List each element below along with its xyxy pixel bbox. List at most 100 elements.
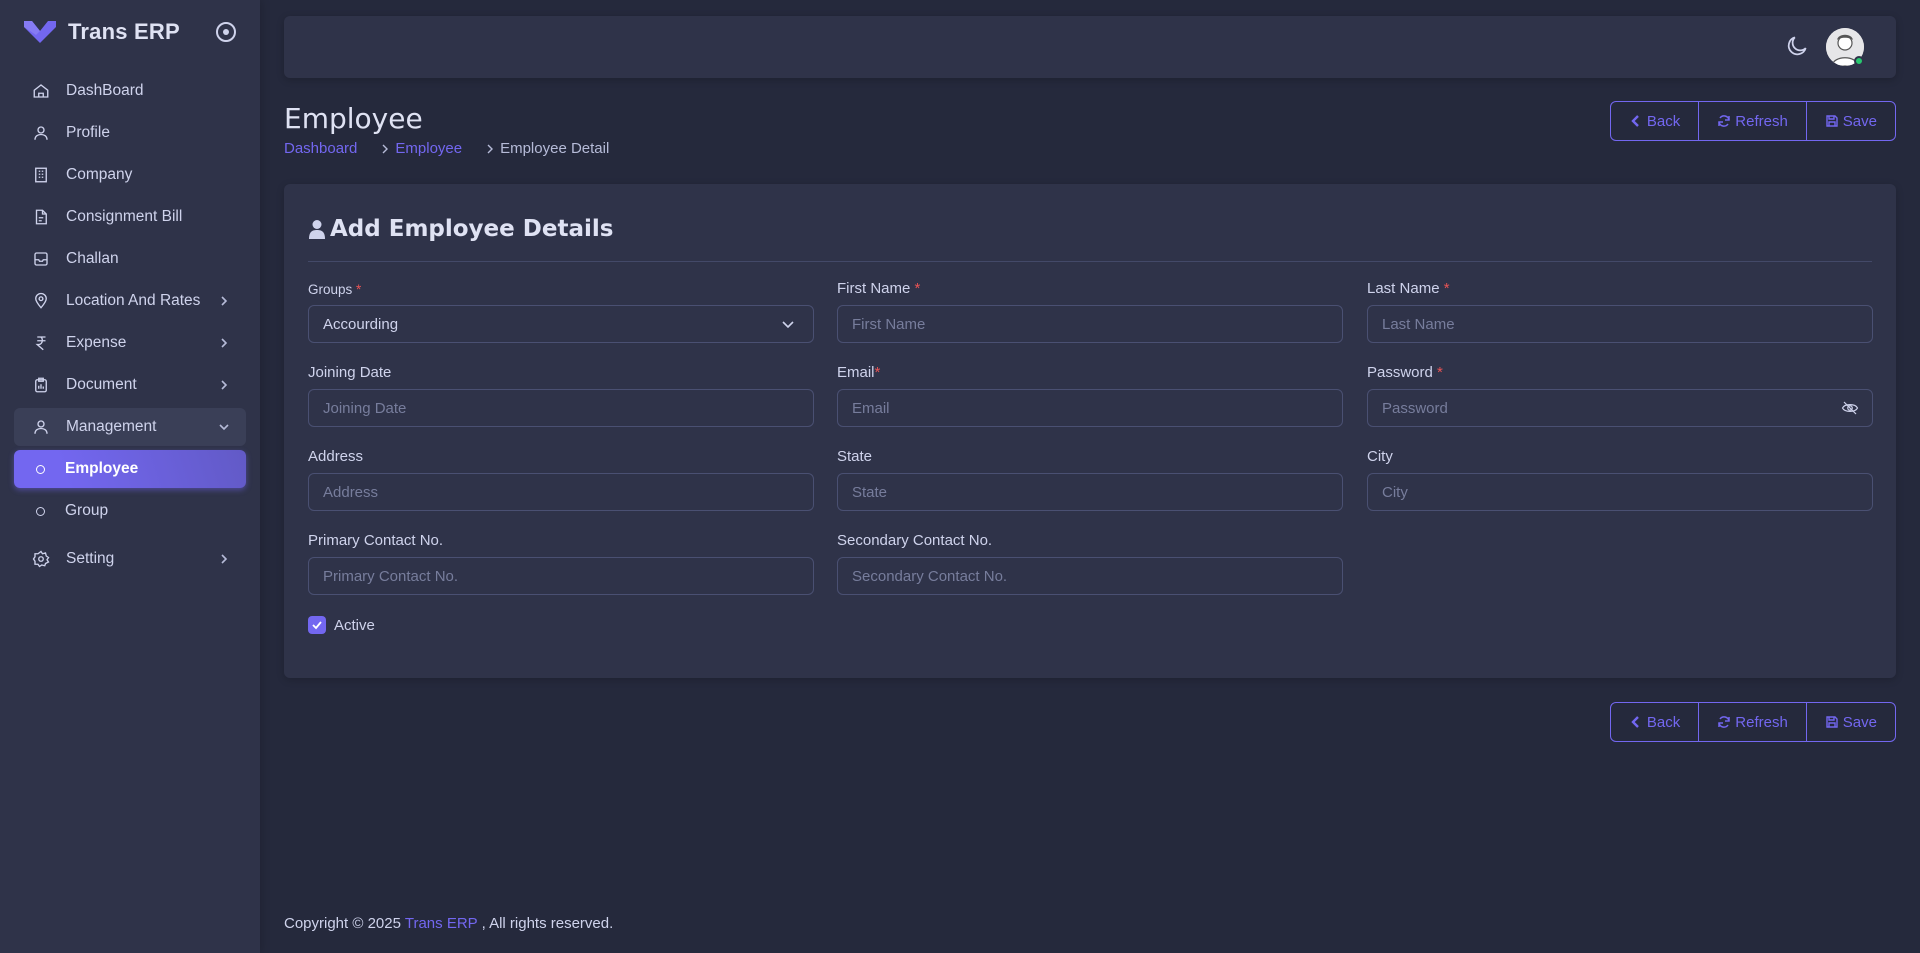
- online-status-badge: [1854, 56, 1864, 66]
- breadcrumb-employee[interactable]: Employee: [395, 140, 462, 157]
- chevron-down-icon: [219, 424, 229, 431]
- sidebar-item-dashboard[interactable]: DashBoard: [14, 72, 246, 110]
- top-action-buttons: Back Refresh Save: [1609, 101, 1896, 141]
- home-icon: [30, 80, 52, 102]
- sidebar-item-consignment-bill[interactable]: Consignment Bill: [14, 198, 246, 236]
- groups-label: Groups *: [308, 282, 362, 297]
- chevron-right-icon: [382, 144, 389, 153]
- sidebar-item-profile[interactable]: Profile: [14, 114, 246, 152]
- sidebar-item-label: Document: [66, 376, 137, 393]
- first-name-label: First Name *: [837, 280, 921, 297]
- inbox-icon: [30, 248, 52, 270]
- sidebar-item-company[interactable]: Company: [14, 156, 246, 194]
- top-navbar: [284, 16, 1896, 78]
- sidebar-item-label: DashBoard: [66, 82, 144, 99]
- moon-icon[interactable]: [1784, 33, 1810, 59]
- email-label: Email*: [837, 364, 881, 381]
- first-name-field: First Name *: [837, 280, 1343, 343]
- sidebar-item-management[interactable]: Management: [14, 408, 246, 446]
- refresh-button[interactable]: Refresh: [1698, 703, 1806, 741]
- active-label: Active: [334, 616, 375, 634]
- card-header: Add Employee Details: [308, 216, 613, 242]
- chevron-right-icon: [221, 380, 228, 390]
- first-name-input[interactable]: [837, 305, 1343, 343]
- footer-brand-link[interactable]: Trans ERP: [405, 915, 478, 932]
- copyright-text: Copyright © 2025: [284, 915, 401, 932]
- save-label: Save: [1842, 112, 1877, 130]
- eye-off-icon[interactable]: [1841, 399, 1859, 417]
- map-pin-icon: [30, 290, 52, 312]
- sidebar-item-location-and-rates[interactable]: Location And Rates: [14, 282, 246, 320]
- active-checkbox-row: Active: [308, 616, 375, 634]
- secondary-contact-input[interactable]: [837, 557, 1343, 595]
- sidebar-menu: DashBoard Profile Company Consignment Bi…: [0, 64, 260, 590]
- last-name-label: Last Name *: [1367, 280, 1450, 297]
- breadcrumb-dashboard[interactable]: Dashboard: [284, 140, 357, 157]
- footer: Copyright © 2025 Trans ERP , All rights …: [284, 915, 613, 932]
- sidebar-item-challan[interactable]: Challan: [14, 240, 246, 278]
- chevron-right-icon: [487, 144, 494, 153]
- save-button[interactable]: Save: [1805, 703, 1895, 741]
- sidebar-item-label: Employee: [65, 460, 139, 477]
- city-label: City: [1367, 448, 1393, 465]
- address-input[interactable]: [308, 473, 814, 511]
- sidebar-item-document[interactable]: Document: [14, 366, 246, 404]
- chevron-right-icon: [221, 554, 228, 564]
- active-checkbox[interactable]: [308, 616, 326, 634]
- breadcrumb: Dashboard Employee Employee Detail: [284, 140, 609, 157]
- refresh-icon: [1718, 716, 1731, 728]
- sidebar-item-label: Consignment Bill: [66, 208, 183, 225]
- sidebar-item-employee[interactable]: Employee: [14, 450, 246, 488]
- back-label: Back: [1646, 112, 1681, 130]
- password-input[interactable]: [1367, 389, 1873, 427]
- sidebar-toggle-icon[interactable]: [216, 22, 236, 42]
- breadcrumb-current: Employee Detail: [500, 140, 610, 157]
- primary-contact-field: Primary Contact No.: [308, 532, 814, 595]
- sidebar-item-setting[interactable]: Setting: [14, 540, 246, 578]
- email-input[interactable]: [837, 389, 1343, 427]
- check-icon: [312, 621, 322, 630]
- sidebar-item-label: Group: [65, 502, 109, 519]
- divider: [308, 261, 1872, 262]
- sidebar-item-label: Profile: [66, 124, 110, 141]
- save-button[interactable]: Save: [1805, 102, 1895, 140]
- rights-text: , All rights reserved.: [481, 915, 614, 932]
- back-button[interactable]: Back: [1611, 102, 1698, 140]
- card-title: Add Employee Details: [330, 216, 614, 242]
- user-icon: [30, 416, 52, 438]
- sidebar-item-expense[interactable]: Expense: [14, 324, 246, 362]
- primary-contact-label: Primary Contact No.: [308, 532, 444, 549]
- circle-icon: [36, 464, 45, 474]
- address-label: Address: [308, 448, 364, 465]
- chevron-right-icon: [221, 338, 228, 348]
- employee-form-card: Add Employee Details Groups * Accourding…: [284, 184, 1896, 678]
- last-name-input[interactable]: [1367, 305, 1873, 343]
- chevron-left-icon: [1631, 115, 1639, 127]
- refresh-icon: [1718, 115, 1731, 127]
- state-label: State: [837, 448, 873, 465]
- back-label: Back: [1646, 713, 1681, 731]
- city-field: City: [1367, 448, 1873, 511]
- refresh-button[interactable]: Refresh: [1698, 102, 1806, 140]
- sidebar-item-group[interactable]: Group: [14, 492, 246, 530]
- joining-date-field: Joining Date: [308, 364, 814, 427]
- primary-contact-input[interactable]: [308, 557, 814, 595]
- brand[interactable]: Trans ERP: [0, 0, 260, 64]
- sidebar-item-label: Management: [66, 418, 157, 435]
- joining-date-input[interactable]: [308, 389, 814, 427]
- brand-logo-icon: [24, 21, 56, 43]
- joining-date-label: Joining Date: [308, 364, 392, 381]
- secondary-contact-label: Secondary Contact No.: [837, 532, 993, 549]
- document-icon: [30, 374, 52, 396]
- building-icon: [30, 164, 52, 186]
- circle-icon: [36, 506, 45, 516]
- state-input[interactable]: [837, 473, 1343, 511]
- city-input[interactable]: [1367, 473, 1873, 511]
- state-field: State: [837, 448, 1343, 511]
- sidebar-item-label: Expense: [66, 334, 127, 351]
- gear-icon: [30, 548, 52, 570]
- sidebar-item-label: Location And Rates: [66, 292, 201, 309]
- groups-select[interactable]: Accourding: [308, 305, 814, 343]
- brand-name: Trans ERP: [68, 19, 180, 44]
- back-button[interactable]: Back: [1611, 703, 1698, 741]
